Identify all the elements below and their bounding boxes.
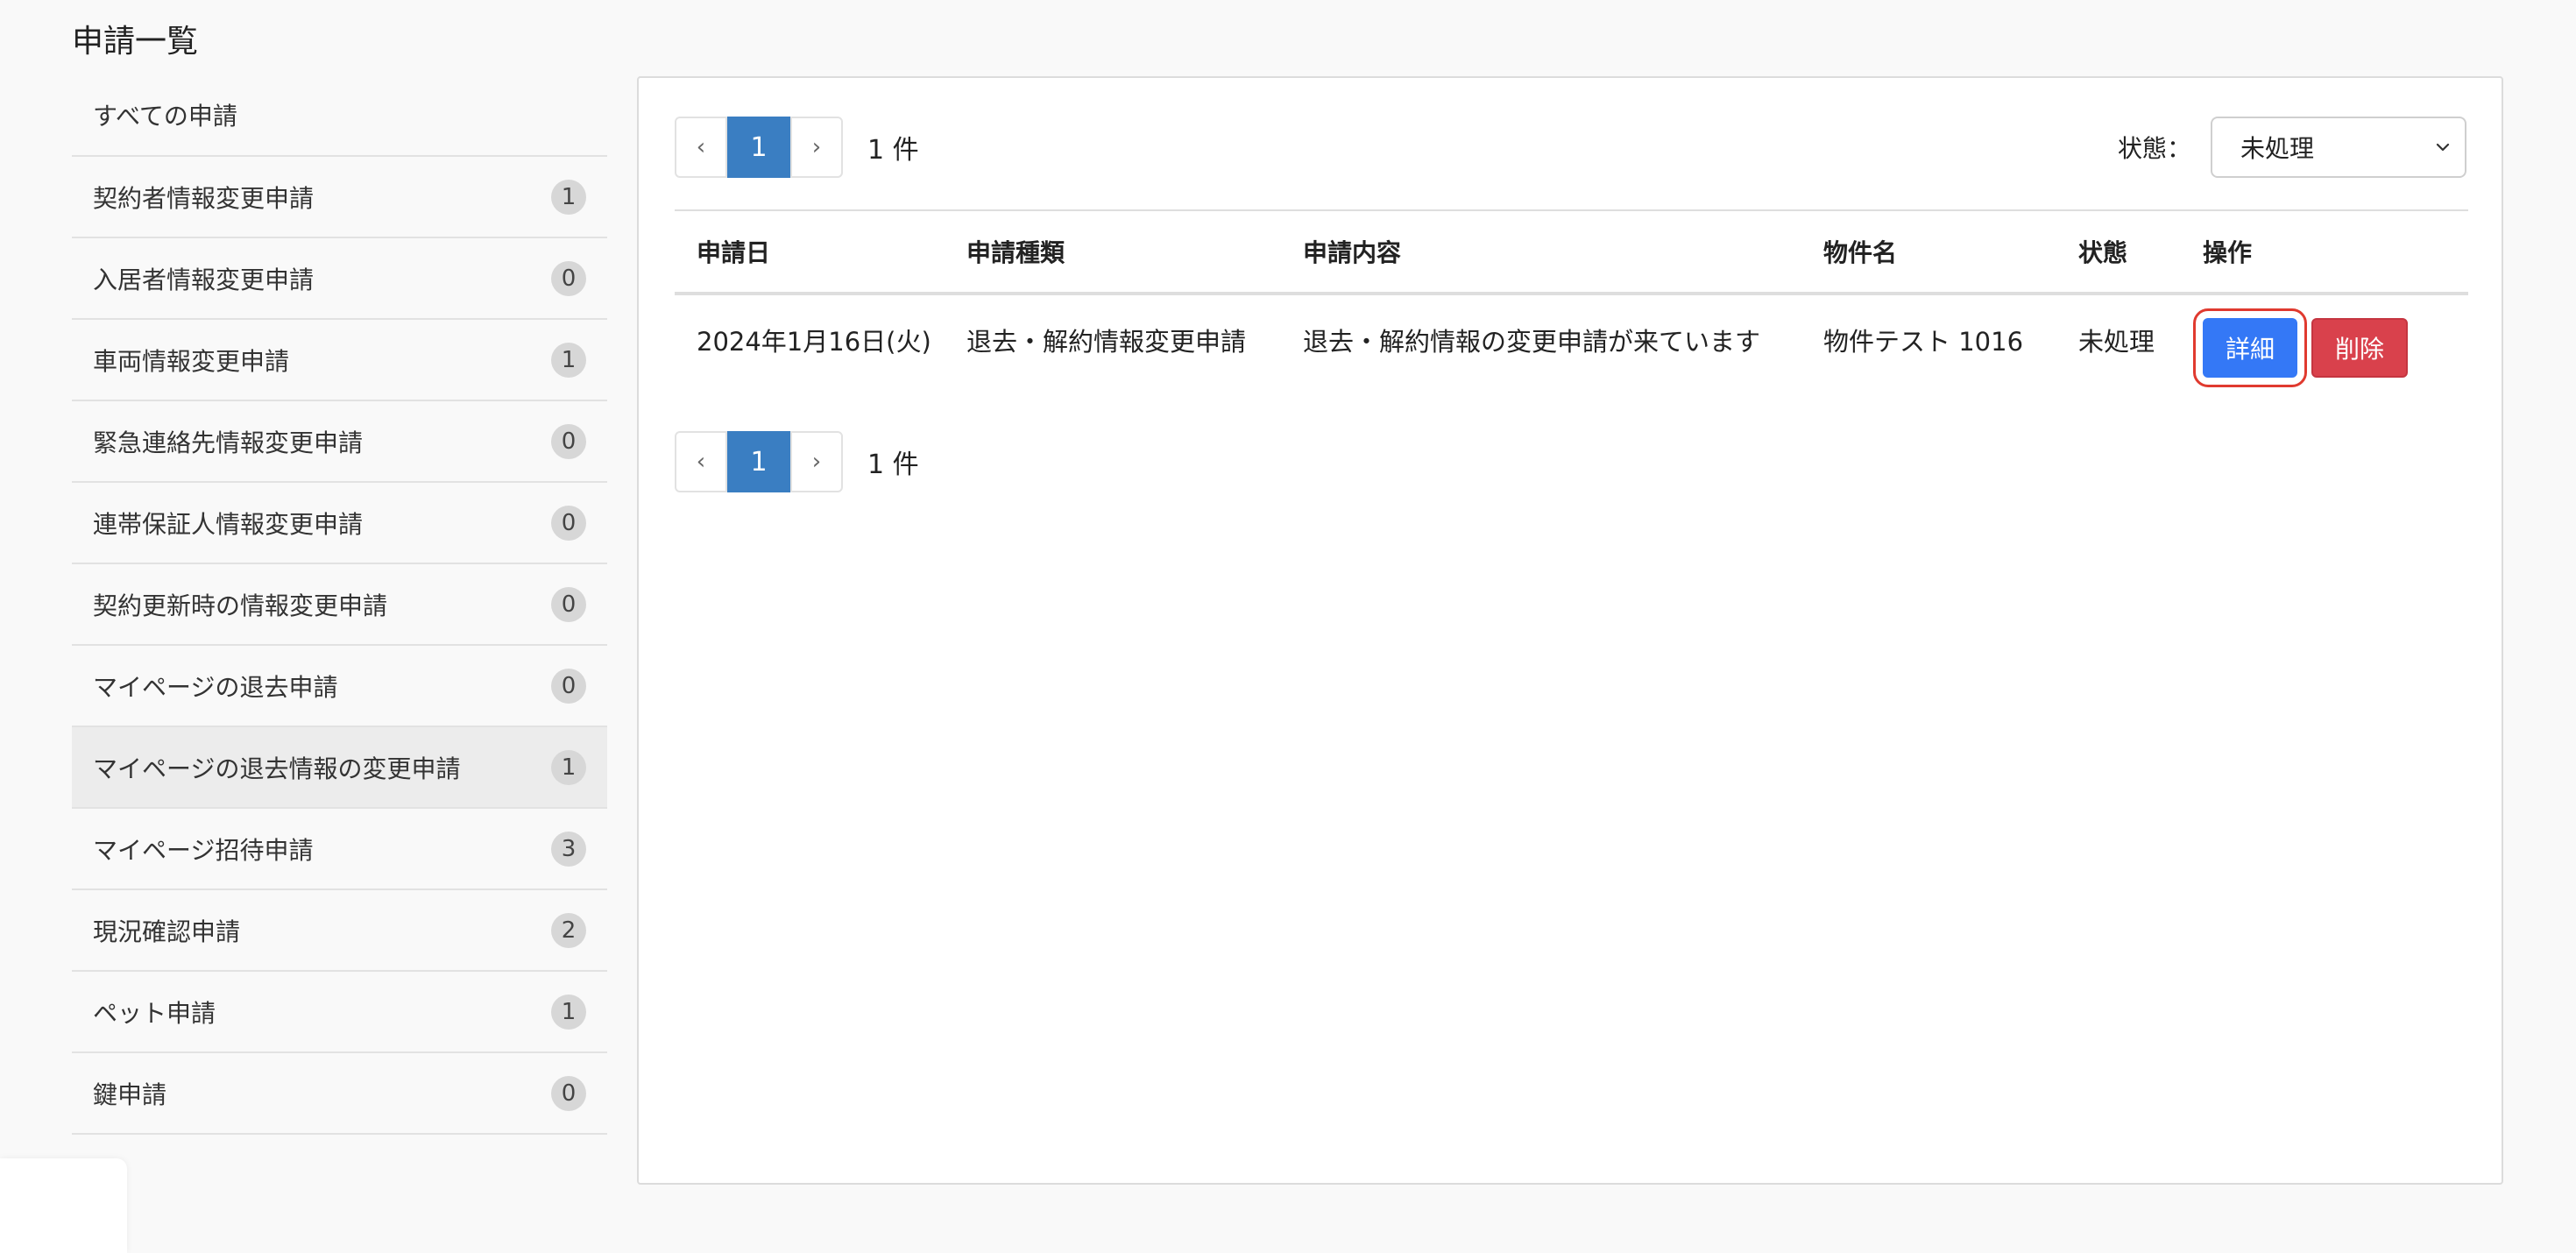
header-actions: 操作 (2203, 238, 2253, 267)
sidebar: すべての申請 契約者情報変更申請 1 入居者情報変更申請 0 車両情報変更申請 … (72, 74, 607, 1135)
cell-actions: 詳細 削除 (2193, 308, 2468, 387)
sidebar-item-label: 入居者情報変更申請 (93, 265, 315, 294)
sidebar-item-emergency-contact[interactable]: 緊急連絡先情報変更申請 0 (72, 400, 607, 481)
applications-table: 申請日 申請種類 申請内容 物件名 状態 操作 2024年1月16日(火) 退去… (675, 209, 2468, 418)
sidebar-item-label: ペット申請 (93, 998, 216, 1028)
count-badge: 0 (551, 423, 586, 459)
cell-type: 退去・解約情報変更申請 (966, 327, 1247, 357)
delete-button[interactable]: 削除 (2311, 318, 2408, 378)
count-badge: 0 (551, 1075, 586, 1111)
count-badge: 2 (551, 912, 586, 948)
page-1-button[interactable]: 1 (727, 117, 790, 178)
header-date: 申請日 (697, 238, 771, 267)
count-badge: 3 (551, 831, 586, 867)
sidebar-item-label: 鍵申請 (93, 1080, 167, 1109)
row-actions: 詳細 削除 (2193, 308, 2468, 387)
count-badge: 1 (551, 749, 586, 785)
sidebar-item-resident-info[interactable]: 入居者情報変更申請 0 (72, 237, 607, 318)
sidebar-item-all[interactable]: すべての申請 (72, 74, 607, 155)
page-title: 申請一覧 (72, 24, 199, 60)
result-count: 1 件 (867, 135, 919, 166)
sidebar-item-vehicle-info[interactable]: 車両情報変更申請 1 (72, 318, 607, 400)
count-badge: 0 (551, 586, 586, 622)
pagination-top: ‹ 1 › 1 件 (675, 117, 919, 178)
sidebar-item-mypage-moveout-change[interactable]: マイページの退去情報の変更申請 1 (72, 726, 607, 807)
sidebar-item-label: マイページの退去申請 (93, 672, 338, 702)
count-badge: 0 (551, 260, 586, 296)
header-property: 物件名 (1823, 238, 1898, 267)
pagination-bottom: ‹ 1 › 1 件 (675, 431, 919, 492)
status-filter: 状態： 未処理 (2118, 117, 2466, 178)
sidebar-item-pet[interactable]: ペット申請 1 (72, 970, 607, 1051)
sidebar-item-guarantor-info[interactable]: 連帯保証人情報変更申請 0 (72, 481, 607, 563)
cell-content: 退去・解約情報の変更申請が来ています (1303, 327, 1761, 357)
next-page-button[interactable]: › (790, 117, 843, 178)
sidebar-item-mypage-moveout[interactable]: マイページの退去申請 0 (72, 644, 607, 726)
main-panel: ‹ 1 › 1 件 状態： 未処理 申請日 申請種類 申請内容 物件名 状態 操… (637, 76, 2503, 1185)
status-select[interactable]: 未処理 (2211, 117, 2466, 178)
status-select-value: 未処理 (2240, 134, 2315, 163)
sidebar-item-label: 契約更新時の情報変更申請 (93, 591, 388, 620)
sidebar-item-label: 車両情報変更申請 (93, 346, 290, 376)
count-badge: 0 (551, 505, 586, 541)
detail-button[interactable]: 詳細 (2193, 308, 2307, 387)
prev-page-button[interactable]: ‹ (675, 117, 727, 178)
sidebar-item-label: 緊急連絡先情報変更申請 (93, 428, 364, 457)
cell-property: 物件テスト 1016 (1823, 327, 2024, 357)
sidebar-item-label: 連帯保証人情報変更申請 (93, 509, 364, 539)
sidebar-item-label: すべての申請 (93, 101, 237, 131)
sidebar-item-contractor-info[interactable]: 契約者情報変更申請 1 (72, 155, 607, 237)
sidebar-item-label: マイページ招待申請 (93, 835, 314, 865)
sidebar-item-status-check[interactable]: 現況確認申請 2 (72, 888, 607, 970)
count-badge: 1 (551, 994, 586, 1030)
count-badge: 0 (551, 668, 586, 704)
header-type: 申請種類 (966, 238, 1065, 267)
status-filter-label: 状態： (2117, 134, 2191, 163)
table-header: 申請日 申請種類 申請内容 物件名 状態 操作 (675, 211, 2468, 295)
sidebar-item-key[interactable]: 鍵申請 0 (72, 1051, 607, 1133)
sidebar-item-renewal-info[interactable]: 契約更新時の情報変更申請 0 (72, 563, 607, 644)
sidebar-item-label: マイページの退去情報の変更申請 (93, 754, 461, 783)
header-status: 状態 (2078, 238, 2128, 267)
cell-status: 未処理 (2078, 327, 2155, 357)
count-badge: 1 (551, 179, 586, 215)
sidebar-item-label: 現況確認申請 (93, 917, 241, 946)
result-count: 1 件 (867, 450, 919, 480)
floating-widget (0, 1158, 127, 1253)
sidebar-item-label: 契約者情報変更申請 (93, 183, 315, 213)
cell-date: 2024年1月16日(火) (697, 327, 931, 357)
chevron-down-icon (2436, 143, 2450, 152)
table-row: 2024年1月16日(火) 退去・解約情報変更申請 退去・解約情報の変更申請が来… (675, 295, 2468, 418)
count-badge: 1 (551, 342, 586, 378)
page-1-button[interactable]: 1 (727, 431, 790, 492)
header-content: 申請内容 (1303, 238, 1402, 267)
prev-page-button[interactable]: ‹ (675, 431, 727, 492)
sidebar-item-mypage-invite[interactable]: マイページ招待申請 3 (72, 807, 607, 888)
next-page-button[interactable]: › (790, 431, 843, 492)
